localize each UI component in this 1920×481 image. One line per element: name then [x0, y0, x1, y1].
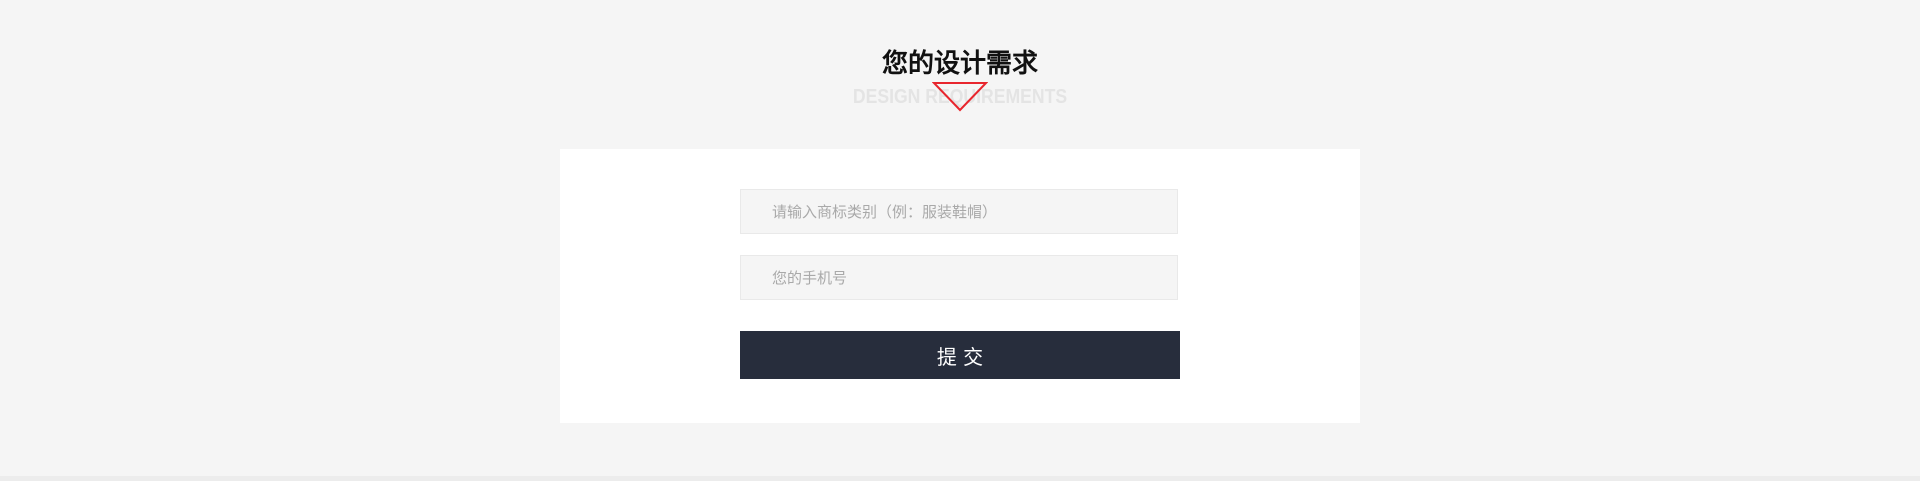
- form-card: 提 交: [560, 149, 1360, 423]
- submit-button[interactable]: 提 交: [740, 331, 1180, 379]
- section-heading: DESIGN REQUIREMENTS 您的设计需求: [0, 46, 1920, 116]
- category-field[interactable]: [740, 189, 1178, 234]
- category-input[interactable]: [741, 190, 1177, 233]
- triangle-down-icon: [932, 82, 988, 112]
- page: DESIGN REQUIREMENTS 您的设计需求 提 交: [0, 0, 1920, 481]
- phone-input[interactable]: [741, 256, 1177, 299]
- section-title: 您的设计需求: [881, 49, 1038, 79]
- footer-divider: [0, 476, 1920, 481]
- phone-field[interactable]: [740, 255, 1178, 300]
